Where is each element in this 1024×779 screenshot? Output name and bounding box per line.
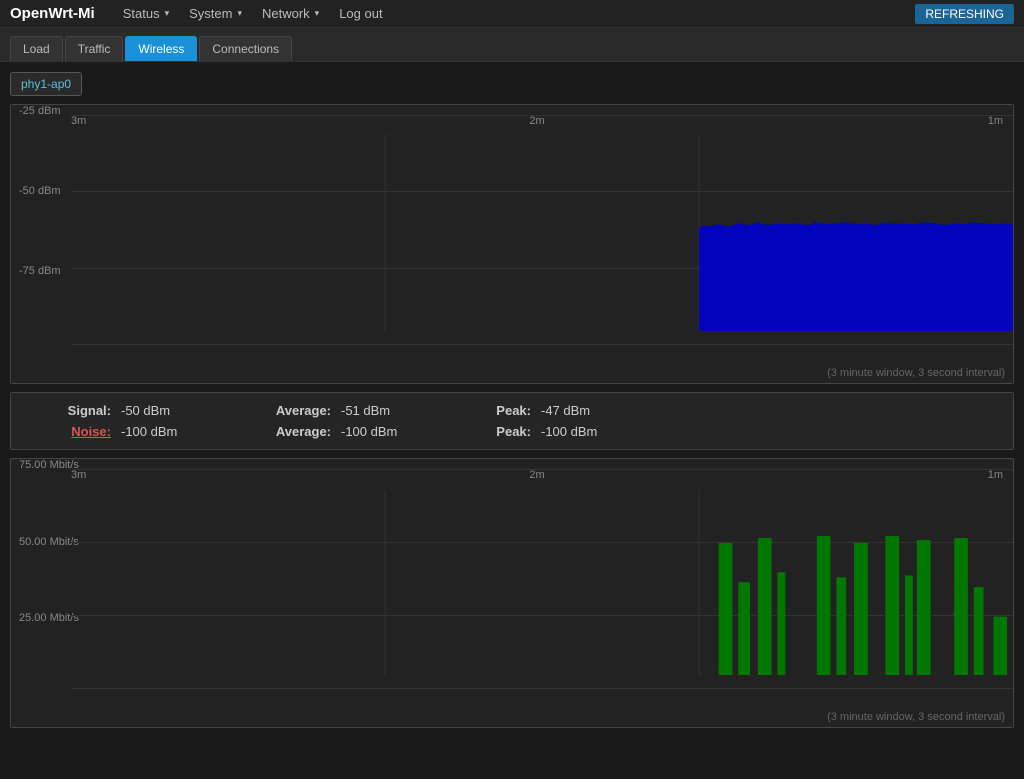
signal-y-axis: -25 dBm -50 dBm -75 dBm: [19, 105, 61, 345]
signal-peak-label: Peak:: [481, 403, 531, 418]
nav-system[interactable]: System ▾: [181, 2, 250, 25]
interface-tab[interactable]: phy1-ap0: [10, 72, 82, 96]
noise-stats-row: Noise: -100 dBm Average: -100 dBm Peak: …: [31, 424, 993, 439]
signal-stats-row: Signal: -50 dBm Average: -51 dBm Peak: -…: [31, 403, 993, 418]
signal-avg-value: -51 dBm: [341, 403, 421, 418]
grid-line-4: [71, 344, 1013, 345]
chevron-down-icon: ▾: [165, 8, 170, 19]
brand: OpenWrt-Mi: [10, 5, 95, 22]
bitrate-chart-area: 75.00 Mbit/s 50.00 Mbit/s 25.00 Mbit/s 3…: [11, 459, 1013, 709]
chevron-down-icon: ▾: [237, 8, 242, 19]
refresh-button[interactable]: REFRESHING: [915, 4, 1014, 24]
signal-label: Signal:: [31, 403, 111, 418]
y-label-bot: -75 dBm: [19, 265, 61, 277]
signal-chart-footer: (3 minute window, 3 second interval): [11, 365, 1013, 383]
noise-peak-value: -100 dBm: [541, 424, 597, 439]
br-y-top: 75.00 Mbit/s: [19, 459, 79, 471]
nav-status[interactable]: Status ▾: [115, 2, 177, 25]
chevron-down-icon: ▾: [315, 8, 320, 19]
noise-avg-group: Average: -100 dBm: [261, 424, 421, 439]
noise-avg-value: -100 dBm: [341, 424, 421, 439]
header: OpenWrt-Mi Status ▾ System ▾ Network ▾ L…: [0, 0, 1024, 28]
noise-value: -100 dBm: [121, 424, 201, 439]
bitrate-chart-container: 75.00 Mbit/s 50.00 Mbit/s 25.00 Mbit/s 3…: [10, 458, 1014, 728]
signal-peak-value: -47 dBm: [541, 403, 590, 418]
tab-bar: Load Traffic Wireless Connections: [0, 28, 1024, 62]
signal-avg-label: Average:: [261, 403, 331, 418]
stats-bar: Signal: -50 dBm Average: -51 dBm Peak: -…: [10, 392, 1014, 450]
signal-chart-area: -25 dBm -50 dBm -75 dBm 3m 2m 1m: [11, 105, 1013, 365]
y-label-mid: -50 dBm: [19, 185, 61, 197]
tab-traffic[interactable]: Traffic: [65, 36, 124, 61]
content: phy1-ap0 -25 dBm -50 dBm -75 dBm 3m 2m 1…: [0, 62, 1024, 746]
nav-network[interactable]: Network ▾: [254, 2, 327, 25]
noise-label: Noise:: [31, 424, 111, 439]
bitrate-y-axis: 75.00 Mbit/s 50.00 Mbit/s 25.00 Mbit/s: [19, 459, 79, 689]
noise-avg-label: Average:: [261, 424, 331, 439]
br-y-bot: 25.00 Mbit/s: [19, 612, 79, 624]
br-y-mid: 50.00 Mbit/s: [19, 536, 79, 548]
tab-wireless[interactable]: Wireless: [125, 36, 197, 61]
signal-value: -50 dBm: [121, 403, 201, 418]
signal-avg-group: Average: -51 dBm: [261, 403, 421, 418]
grid-line-1: [71, 115, 1013, 116]
br-grid-4: [71, 688, 1013, 689]
noise-peak-label: Peak:: [481, 424, 531, 439]
y-label-top: -25 dBm: [19, 105, 61, 117]
nav-logout[interactable]: Log out: [331, 2, 390, 25]
tab-load[interactable]: Load: [10, 36, 63, 61]
bitrate-chart-svg: [71, 489, 1013, 675]
bitrate-chart-footer: (3 minute window, 3 second interval): [11, 709, 1013, 727]
signal-chart-svg: [71, 135, 1013, 331]
signal-chart-container: -25 dBm -50 dBm -75 dBm 3m 2m 1m: [10, 104, 1014, 384]
tab-connections[interactable]: Connections: [199, 36, 292, 61]
br-grid-1: [71, 469, 1013, 470]
